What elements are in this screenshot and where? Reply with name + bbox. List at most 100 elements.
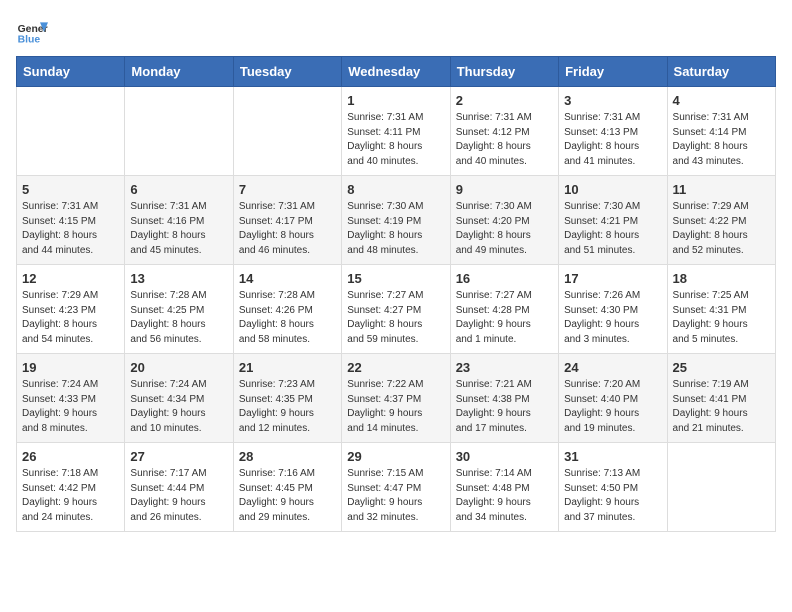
day-info: Sunrise: 7:30 AM Sunset: 4:20 PM Dayligh… — [456, 200, 553, 258]
calendar-cell: 25Sunrise: 7:19 AM Sunset: 4:41 PM Dayli… — [667, 354, 775, 443]
day-info: Sunrise: 7:31 AM Sunset: 4:17 PM Dayligh… — [239, 200, 336, 258]
day-info: Sunrise: 7:27 AM Sunset: 4:27 PM Dayligh… — [347, 289, 444, 347]
weekday-header-tuesday: Tuesday — [233, 57, 341, 87]
day-info: Sunrise: 7:13 AM Sunset: 4:50 PM Dayligh… — [564, 467, 661, 525]
calendar-table: SundayMondayTuesdayWednesdayThursdayFrid… — [16, 56, 776, 532]
day-info: Sunrise: 7:29 AM Sunset: 4:22 PM Dayligh… — [673, 200, 770, 258]
day-number: 22 — [347, 360, 444, 375]
day-info: Sunrise: 7:31 AM Sunset: 4:12 PM Dayligh… — [456, 111, 553, 169]
day-number: 15 — [347, 271, 444, 286]
week-row-2: 12 Sunrise: 7:29 AM Sunset: 4:23 PM Dayli… — [17, 265, 776, 354]
weekday-header-thursday: Thursday — [450, 57, 558, 87]
logo: General Blue — [16, 16, 48, 48]
calendar-cell: 7 Sunrise: 7:31 AM Sunset: 4:17 PM Daylig… — [233, 176, 341, 265]
day-info: Sunrise: 7:30 AM Sunset: 4:21 PM Dayligh… — [564, 200, 661, 258]
day-number: 1 — [347, 93, 444, 108]
week-row-3: 19 Sunrise: 7:24 AM Sunset: 4:33 PM Dayli… — [17, 354, 776, 443]
week-row-4: 26Sunrise: 7:18 AM Sunset: 4:42 PM Dayli… — [17, 443, 776, 532]
day-number: 8 — [347, 182, 444, 197]
svg-text:Blue: Blue — [18, 34, 41, 45]
weekday-header-row: SundayMondayTuesdayWednesdayThursdayFrid… — [17, 57, 776, 87]
calendar-cell: 20Sunrise: 7:24 AM Sunset: 4:34 PM Dayli… — [125, 354, 233, 443]
day-info: Sunrise: 7:31 AM Sunset: 4:15 PM Dayligh… — [22, 200, 119, 258]
calendar-cell: 5Sunrise: 7:31 AM Sunset: 4:15 PM Daylig… — [17, 176, 125, 265]
day-number: 13 — [130, 271, 227, 286]
calendar-cell: 11 Sunrise: 7:29 AM Sunset: 4:22 PM Dayli… — [667, 176, 775, 265]
calendar-cell: 12 Sunrise: 7:29 AM Sunset: 4:23 PM Dayli… — [17, 265, 125, 354]
day-number: 14 — [239, 271, 336, 286]
calendar-cell: 23 Sunrise: 7:21 AM Sunset: 4:38 PM Dayli… — [450, 354, 558, 443]
calendar-cell: 15 Sunrise: 7:27 AM Sunset: 4:27 PM Dayli… — [342, 265, 450, 354]
day-info: Sunrise: 7:28 AM Sunset: 4:26 PM Dayligh… — [239, 289, 336, 347]
calendar-cell: 9 Sunrise: 7:30 AM Sunset: 4:20 PM Daylig… — [450, 176, 558, 265]
day-number: 23 — [456, 360, 553, 375]
day-info: Sunrise: 7:27 AM Sunset: 4:28 PM Dayligh… — [456, 289, 553, 347]
day-info: Sunrise: 7:17 AM Sunset: 4:44 PM Dayligh… — [130, 467, 227, 525]
day-number: 7 — [239, 182, 336, 197]
day-number: 4 — [673, 93, 770, 108]
weekday-header-monday: Monday — [125, 57, 233, 87]
day-number: 28 — [239, 449, 336, 464]
day-info: Sunrise: 7:30 AM Sunset: 4:19 PM Dayligh… — [347, 200, 444, 258]
day-info: Sunrise: 7:18 AM Sunset: 4:42 PM Dayligh… — [22, 467, 119, 525]
day-info: Sunrise: 7:31 AM Sunset: 4:13 PM Dayligh… — [564, 111, 661, 169]
calendar-cell: 28 Sunrise: 7:16 AM Sunset: 4:45 PM Dayli… — [233, 443, 341, 532]
day-info: Sunrise: 7:21 AM Sunset: 4:38 PM Dayligh… — [456, 378, 553, 436]
calendar-cell: 27 Sunrise: 7:17 AM Sunset: 4:44 PM Dayli… — [125, 443, 233, 532]
calendar-cell: 24Sunrise: 7:20 AM Sunset: 4:40 PM Dayli… — [559, 354, 667, 443]
calendar-cell: 22Sunrise: 7:22 AM Sunset: 4:37 PM Dayli… — [342, 354, 450, 443]
day-number: 20 — [130, 360, 227, 375]
weekday-header-friday: Friday — [559, 57, 667, 87]
day-number: 21 — [239, 360, 336, 375]
weekday-header-wednesday: Wednesday — [342, 57, 450, 87]
weekday-header-saturday: Saturday — [667, 57, 775, 87]
calendar-cell: 6 Sunrise: 7:31 AM Sunset: 4:16 PM Daylig… — [125, 176, 233, 265]
day-number: 29 — [347, 449, 444, 464]
calendar-cell: 1Sunrise: 7:31 AM Sunset: 4:11 PM Daylig… — [342, 87, 450, 176]
calendar-cell: 21 Sunrise: 7:23 AM Sunset: 4:35 PM Dayli… — [233, 354, 341, 443]
calendar-cell: 19 Sunrise: 7:24 AM Sunset: 4:33 PM Dayli… — [17, 354, 125, 443]
day-info: Sunrise: 7:31 AM Sunset: 4:16 PM Dayligh… — [130, 200, 227, 258]
page-header: General Blue — [16, 16, 776, 48]
day-number: 12 — [22, 271, 119, 286]
calendar-cell: 8 Sunrise: 7:30 AM Sunset: 4:19 PM Daylig… — [342, 176, 450, 265]
weekday-header-sunday: Sunday — [17, 57, 125, 87]
day-info: Sunrise: 7:19 AM Sunset: 4:41 PM Dayligh… — [673, 378, 770, 436]
calendar-cell: 3Sunrise: 7:31 AM Sunset: 4:13 PM Daylig… — [559, 87, 667, 176]
calendar-cell: 14 Sunrise: 7:28 AM Sunset: 4:26 PM Dayli… — [233, 265, 341, 354]
day-number: 17 — [564, 271, 661, 286]
day-info: Sunrise: 7:20 AM Sunset: 4:40 PM Dayligh… — [564, 378, 661, 436]
day-info: Sunrise: 7:16 AM Sunset: 4:45 PM Dayligh… — [239, 467, 336, 525]
calendar-cell: 10 Sunrise: 7:30 AM Sunset: 4:21 PM Dayli… — [559, 176, 667, 265]
day-info: Sunrise: 7:31 AM Sunset: 4:14 PM Dayligh… — [673, 111, 770, 169]
calendar-cell — [17, 87, 125, 176]
calendar-cell — [667, 443, 775, 532]
day-number: 11 — [673, 182, 770, 197]
day-info: Sunrise: 7:29 AM Sunset: 4:23 PM Dayligh… — [22, 289, 119, 347]
day-number: 6 — [130, 182, 227, 197]
day-number: 16 — [456, 271, 553, 286]
week-row-0: 1Sunrise: 7:31 AM Sunset: 4:11 PM Daylig… — [17, 87, 776, 176]
calendar-cell: 18 Sunrise: 7:25 AM Sunset: 4:31 PM Dayli… — [667, 265, 775, 354]
day-number: 31 — [564, 449, 661, 464]
day-number: 19 — [22, 360, 119, 375]
calendar-cell: 16 Sunrise: 7:27 AM Sunset: 4:28 PM Dayli… — [450, 265, 558, 354]
calendar-cell — [233, 87, 341, 176]
day-number: 30 — [456, 449, 553, 464]
calendar-cell: 17 Sunrise: 7:26 AM Sunset: 4:30 PM Dayli… — [559, 265, 667, 354]
calendar-cell: 13 Sunrise: 7:28 AM Sunset: 4:25 PM Dayli… — [125, 265, 233, 354]
day-number: 18 — [673, 271, 770, 286]
day-info: Sunrise: 7:23 AM Sunset: 4:35 PM Dayligh… — [239, 378, 336, 436]
day-info: Sunrise: 7:24 AM Sunset: 4:33 PM Dayligh… — [22, 378, 119, 436]
day-info: Sunrise: 7:25 AM Sunset: 4:31 PM Dayligh… — [673, 289, 770, 347]
day-info: Sunrise: 7:15 AM Sunset: 4:47 PM Dayligh… — [347, 467, 444, 525]
day-number: 27 — [130, 449, 227, 464]
logo-icon: General Blue — [16, 16, 48, 48]
calendar-cell: 4 Sunrise: 7:31 AM Sunset: 4:14 PM Daylig… — [667, 87, 775, 176]
day-info: Sunrise: 7:28 AM Sunset: 4:25 PM Dayligh… — [130, 289, 227, 347]
day-number: 9 — [456, 182, 553, 197]
calendar-cell: 26Sunrise: 7:18 AM Sunset: 4:42 PM Dayli… — [17, 443, 125, 532]
day-number: 10 — [564, 182, 661, 197]
calendar-cell: 29 Sunrise: 7:15 AM Sunset: 4:47 PM Dayli… — [342, 443, 450, 532]
day-info: Sunrise: 7:26 AM Sunset: 4:30 PM Dayligh… — [564, 289, 661, 347]
